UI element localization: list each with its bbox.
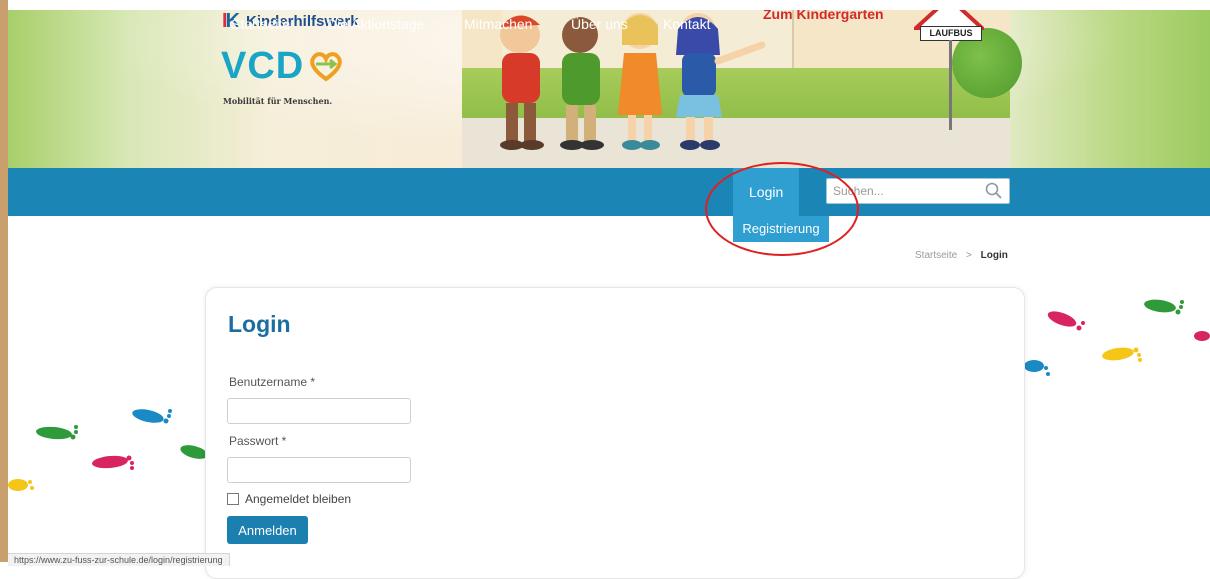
breadcrumb-separator: >	[966, 250, 972, 261]
page-title: Login	[228, 311, 291, 337]
illustration-headline: Zum Kindergarten	[763, 10, 884, 22]
breadcrumb: Startseite > Login	[915, 250, 1008, 261]
nav-item-login[interactable]: Login	[733, 168, 800, 216]
remember-label: Angemeldet bleiben	[245, 492, 352, 506]
search-icon[interactable]	[985, 182, 1003, 200]
search-input[interactable]	[827, 179, 983, 203]
breadcrumb-current: Login	[980, 250, 1008, 261]
vcd-tagline: Mobilität für Menschen.	[223, 96, 333, 106]
remember-me[interactable]: Angemeldet bleiben	[227, 492, 351, 506]
header-illustration: Zum Kindergarten LAUFBUS	[462, 10, 1022, 168]
nav-item-kontakt[interactable]: Kontakt	[663, 0, 710, 48]
remember-checkbox[interactable]	[227, 493, 239, 505]
login-submit-button[interactable]: Anmelden	[227, 516, 308, 544]
search-box	[826, 178, 1010, 204]
main-navigation	[8, 168, 1210, 216]
nav-item-mitmachen[interactable]: Mitmachen	[464, 0, 532, 48]
laufbus-sign: LAUFBUS	[920, 26, 982, 41]
sign-pole	[949, 40, 952, 130]
status-bar-url: https://www.zu-fuss-zur-schule.de/login/…	[8, 553, 230, 566]
login-card	[205, 287, 1025, 579]
dropdown-item-registrierung[interactable]: Registrierung	[733, 216, 829, 242]
nav-item-startseite[interactable]: Startseite	[231, 0, 290, 48]
nav-item-aktionstage[interactable]: Die Aktionstage	[327, 0, 424, 48]
password-field[interactable]	[227, 457, 411, 483]
password-label: Passwort *	[229, 434, 287, 448]
username-label: Benutzername *	[229, 375, 316, 389]
vcd-logo-text: VCD	[221, 45, 305, 87]
breadcrumb-home[interactable]: Startseite	[915, 250, 957, 261]
window-left-edge	[0, 0, 8, 562]
heart-arrows-icon	[310, 52, 343, 82]
vcd-logo[interactable]: VCD	[221, 47, 344, 85]
username-field[interactable]	[227, 398, 411, 424]
nav-item-ueber-uns[interactable]: Über uns	[571, 0, 628, 48]
